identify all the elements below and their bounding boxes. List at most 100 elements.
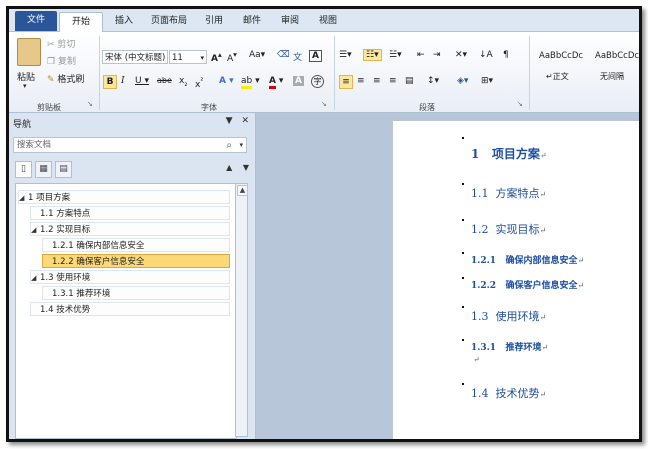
close-icon[interactable]: ✕ (241, 116, 249, 126)
nav-pane-title: 导航 (13, 120, 32, 130)
font-size-dropdown-icon: ▾ (200, 54, 204, 62)
collapse-icon[interactable]: ◢ (31, 223, 40, 237)
tab-references[interactable]: 引用 (197, 12, 231, 31)
sort-icon[interactable]: ↓A (479, 50, 493, 60)
doc-heading[interactable]: 1.2.1 确保内部信息安全↵ (471, 253, 584, 266)
tree-node[interactable]: 1.2.1 确保内部信息安全 (42, 238, 230, 252)
paragraph-launcher-icon[interactable]: ↘ (517, 100, 523, 108)
font-color-icon[interactable]: A ▾ (269, 76, 283, 89)
shrink-font-icon[interactable]: A▾ (227, 50, 237, 64)
heading-marker (462, 277, 464, 279)
empty-paragraph-mark: ↵ (473, 355, 480, 364)
collapse-icon[interactable]: ◢ (19, 191, 28, 205)
italic-button[interactable]: I (121, 76, 125, 86)
tree-node[interactable]: 1.4 技术优势 (30, 302, 230, 316)
tree-node[interactable]: ◢ 1.2 实现目标 (30, 222, 230, 236)
doc-heading[interactable]: 1.2.2 确保客户信息安全↵ (471, 278, 584, 291)
tab-page-layout[interactable]: 页面布局 (145, 12, 193, 31)
search-input[interactable]: 搜索文档 ⌕ ▾ (13, 137, 247, 153)
copy-icon: ❐ (47, 57, 58, 67)
multilevel-list-icon[interactable]: ☱▾ (389, 50, 402, 60)
borders-icon[interactable]: ⊞▾ (481, 76, 493, 86)
highlight-icon[interactable]: ab ▾ (241, 76, 260, 89)
char-border-icon[interactable]: A (309, 50, 322, 62)
pages-view-icon[interactable]: ▦ (35, 161, 52, 178)
shading-icon[interactable]: ◈▾ (457, 76, 468, 86)
tree-node-selected[interactable]: 1.2.2 确保客户信息安全 (42, 254, 230, 268)
underline-button[interactable]: U ▾ (135, 76, 149, 86)
heading-marker (462, 219, 464, 221)
justify-button[interactable]: ≡ (389, 76, 397, 86)
results-view-icon[interactable]: ▤ (55, 161, 72, 178)
tab-mailings[interactable]: 邮件 (235, 12, 269, 31)
phonetic-guide-icon[interactable]: 文 (293, 50, 302, 63)
tree-scrollbar[interactable]: ▲ (235, 183, 248, 437)
format-painter-button[interactable]: ✎ 格式刷 (47, 72, 84, 85)
numbering-icon[interactable]: ☷▾ (363, 49, 382, 61)
tab-insert[interactable]: 插入 (107, 12, 141, 31)
group-separator (529, 36, 530, 110)
decrease-indent-icon[interactable]: ⇤ (417, 50, 425, 60)
doc-heading[interactable]: 1.1 方案特点↵ (471, 185, 546, 201)
font-name-select[interactable]: 宋体 (中文标题) (102, 50, 168, 64)
tree-node[interactable]: 1.3.1 推荐环境 (42, 286, 230, 300)
tab-review[interactable]: 审阅 (273, 12, 307, 31)
tree-node[interactable]: ◢ 1.3 使用环境 (30, 270, 230, 284)
clipboard-launcher-icon[interactable]: ↘ (87, 100, 93, 108)
search-dropdown-icon[interactable]: ▾ (239, 138, 243, 153)
next-heading-icon[interactable]: ▼ (243, 163, 249, 172)
search-icon[interactable]: ⌕ (226, 138, 232, 153)
scroll-up-icon[interactable]: ▲ (237, 185, 248, 196)
bullets-icon[interactable]: ☰▾ (339, 50, 352, 60)
increase-indent-icon[interactable]: ⇥ (433, 50, 441, 60)
clear-format-icon[interactable]: ⌫ (277, 50, 290, 60)
paste-dropdown-icon[interactable]: ▾ (23, 82, 27, 90)
nav-menu-dropdown-icon[interactable]: ▼ (226, 116, 233, 126)
align-left-button[interactable]: ≡ (339, 75, 353, 89)
document-area: 1 项目方案↵ 1.1 方案特点↵ 1.2 实现目标↵ 1.2.1 确保内部信息… (256, 113, 639, 439)
brush-icon: ✎ (47, 75, 58, 85)
font-size-select[interactable]: 11 ▾ (169, 50, 207, 64)
align-center-button[interactable]: ≡ (357, 76, 365, 86)
subscript-button[interactable]: x₂ (179, 76, 187, 88)
doc-heading[interactable]: 1.3 使用环境↵ (471, 308, 546, 324)
tree-node[interactable]: 1.1 方案特点 (30, 206, 230, 220)
previous-heading-icon[interactable]: ▲ (226, 163, 232, 172)
nav-pane-controls: ▼ ✕ (226, 116, 249, 126)
headings-view-icon[interactable]: ▯ (15, 161, 32, 178)
tab-file[interactable]: 文件 (15, 11, 57, 31)
font-group-label: 字体 (201, 103, 217, 112)
chinese-layout-icon[interactable]: ✕▾ (455, 50, 467, 60)
enclose-char-icon[interactable]: 字 (311, 75, 324, 88)
superscript-button[interactable]: x² (195, 76, 203, 90)
collapse-icon[interactable]: ◢ (31, 271, 40, 285)
tab-view[interactable]: 视图 (311, 12, 345, 31)
style-normal[interactable]: AaBbCcDc ↵正文 (535, 44, 591, 86)
line-spacing-icon[interactable]: ↕▾ (427, 76, 439, 86)
strikethrough-button[interactable]: abe (157, 76, 172, 85)
align-right-button[interactable]: ≡ (373, 76, 381, 86)
text-effects-icon[interactable]: A ▾ (219, 76, 234, 86)
distributed-button[interactable]: ▤ (405, 76, 414, 86)
doc-heading[interactable]: 1 项目方案↵ (471, 145, 547, 162)
style-no-spacing[interactable]: AaBbCcDc 无间隔 (591, 44, 639, 86)
ribbon: 粘贴 ▾ ✂ 剪切 ❐ 复制 ✎ 格式刷 剪贴板 ↘ 宋体 (中文标题) 11 ▾… (9, 32, 639, 113)
grow-font-icon[interactable]: A▴ (211, 50, 222, 64)
font-launcher-icon[interactable]: ↘ (321, 100, 327, 108)
copy-button[interactable]: ❐ 复制 (47, 54, 76, 67)
paste-icon[interactable] (17, 38, 41, 66)
change-case-icon[interactable]: Aa▾ (249, 50, 265, 60)
tree-node[interactable]: ◢ 1 项目方案 (18, 190, 230, 204)
navigation-pane: 导航 ▼ ✕ 搜索文档 ⌕ ▾ ▯ ▦ ▤ ▲ ▼ ◢ 1 项目方案 1.1 方案… (9, 113, 256, 439)
char-shading-icon[interactable]: A (293, 76, 304, 86)
doc-heading[interactable]: 1.4 技术优势↵ (471, 385, 546, 401)
doc-heading[interactable]: 1.3.1 推荐环境↵ (471, 340, 548, 353)
document-page[interactable]: 1 项目方案↵ 1.1 方案特点↵ 1.2 实现目标↵ 1.2.1 确保内部信息… (393, 121, 639, 439)
heading-marker (462, 339, 464, 341)
doc-heading[interactable]: 1.2 实现目标↵ (471, 221, 546, 237)
bold-button[interactable]: B (103, 75, 117, 89)
show-marks-icon[interactable]: ¶ (503, 50, 509, 60)
cut-button[interactable]: ✂ 剪切 (47, 37, 75, 50)
heading-tree: ◢ 1 项目方案 1.1 方案特点 ◢ 1.2 实现目标 1.2.1 确保内部信息安… (15, 183, 237, 439)
tab-home[interactable]: 开始 (59, 12, 103, 32)
